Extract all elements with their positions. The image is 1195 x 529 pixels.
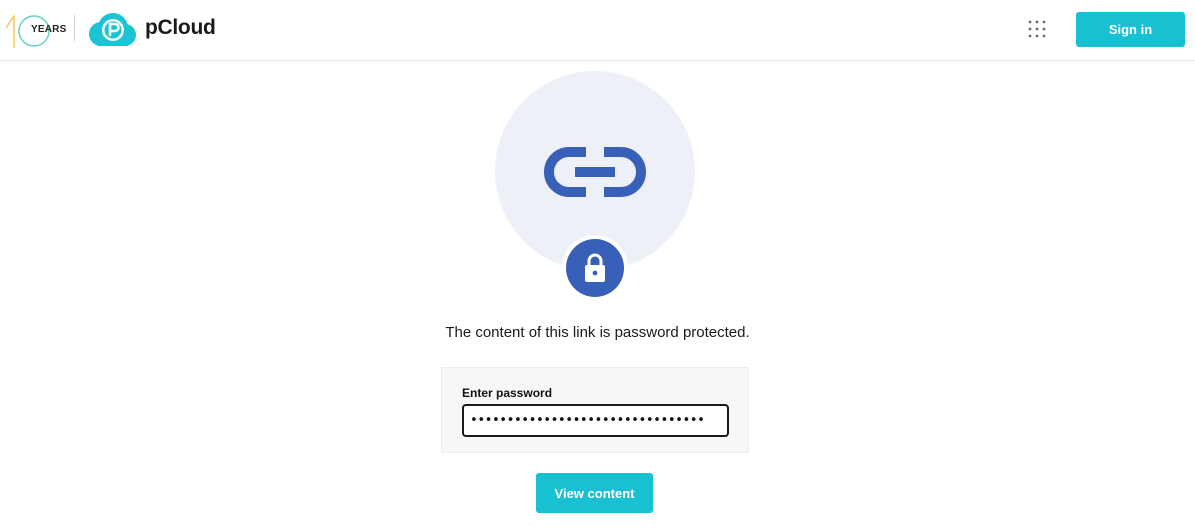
lock-badge	[562, 235, 628, 301]
years-label: YEARS	[31, 24, 67, 35]
logo-divider	[74, 15, 75, 41]
pcloud-cloud-logo[interactable]	[86, 12, 138, 48]
view-content-button[interactable]: View content	[536, 473, 653, 513]
password-input[interactable]	[462, 404, 729, 437]
password-form: Enter password	[441, 367, 749, 453]
sign-in-button[interactable]: Sign in	[1076, 12, 1185, 47]
link-icon	[544, 147, 646, 197]
lock-icon	[585, 253, 605, 282]
protected-message: The content of this link is password pro…	[445, 324, 750, 341]
password-label: Enter password	[462, 386, 553, 400]
top-header: YEARS pCloud Sign in	[0, 0, 1195, 61]
brand-name[interactable]: pCloud	[145, 16, 216, 40]
grid-dots-icon[interactable]	[1024, 17, 1050, 43]
